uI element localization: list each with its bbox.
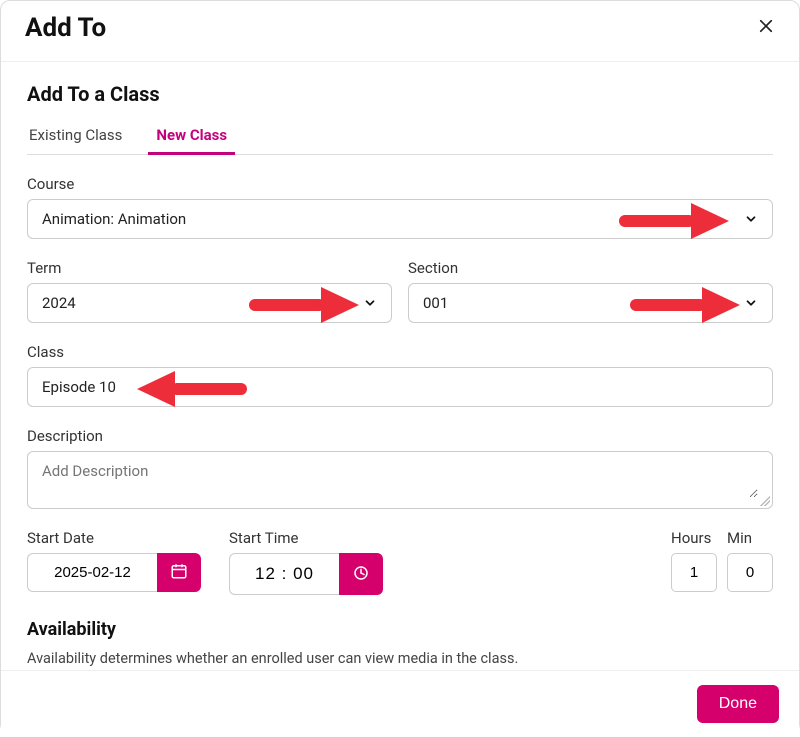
- section-value: 001: [423, 294, 448, 312]
- availability-heading: Availability: [27, 619, 773, 640]
- start-time-input[interactable]: [229, 553, 339, 595]
- section-label: Section: [408, 259, 773, 277]
- form-heading: Add To a Class: [27, 82, 773, 106]
- modal-body: Add To a Class Existing Class New Class …: [1, 62, 799, 670]
- start-time-group: Start Time: [229, 529, 383, 595]
- modal-footer: Done: [1, 670, 799, 737]
- availability-text: Availability determines whether an enrol…: [27, 650, 773, 667]
- start-date-field: [27, 553, 201, 592]
- calendar-icon: [170, 562, 188, 583]
- tab-new-class[interactable]: New Class: [154, 118, 229, 154]
- datetime-row: Start Date Start Time: [27, 529, 773, 595]
- chevron-down-icon: [744, 212, 758, 226]
- start-date-label: Start Date: [27, 529, 201, 547]
- course-value: Animation: Animation: [42, 210, 186, 228]
- term-value: 2024: [42, 294, 76, 312]
- modal-header: Add To: [1, 1, 799, 62]
- course-row: Course Animation: Animation: [27, 175, 773, 239]
- hours-col: Hours: [671, 529, 717, 592]
- description-label: Description: [27, 427, 773, 445]
- start-date-input[interactable]: [27, 553, 157, 592]
- close-button[interactable]: [757, 17, 775, 39]
- min-col: Min: [727, 529, 773, 592]
- calendar-button[interactable]: [157, 553, 201, 592]
- duration-group: Hours Min: [671, 529, 773, 592]
- course-label: Course: [27, 175, 773, 193]
- course-select[interactable]: Animation: Animation: [27, 199, 773, 239]
- description-textarea-wrap: [27, 451, 773, 509]
- class-label: Class: [27, 343, 773, 361]
- start-date-group: Start Date: [27, 529, 201, 592]
- description-row: Description: [27, 427, 773, 509]
- class-input-wrap: [27, 367, 773, 407]
- tab-existing-class[interactable]: Existing Class: [27, 118, 124, 154]
- hours-label: Hours: [671, 529, 717, 547]
- description-textarea[interactable]: [42, 462, 758, 498]
- chevron-down-icon: [744, 296, 758, 310]
- class-input[interactable]: [42, 378, 758, 396]
- class-row: Class: [27, 343, 773, 407]
- done-button[interactable]: Done: [697, 685, 779, 723]
- start-time-label: Start Time: [229, 529, 383, 547]
- min-input[interactable]: [727, 553, 773, 592]
- clock-button[interactable]: [339, 553, 383, 595]
- min-label: Min: [727, 529, 773, 547]
- hours-input[interactable]: [671, 553, 717, 592]
- term-col: Term 2024: [27, 259, 392, 323]
- section-col: Section 001: [408, 259, 773, 323]
- term-select[interactable]: 2024: [27, 283, 392, 323]
- modal-body-scroll[interactable]: Add To a Class Existing Class New Class …: [1, 62, 799, 670]
- section-select[interactable]: 001: [408, 283, 773, 323]
- modal-title: Add To: [25, 13, 106, 43]
- tab-bar: Existing Class New Class: [27, 118, 773, 155]
- chevron-down-icon: [363, 296, 377, 310]
- term-label: Term: [27, 259, 392, 277]
- close-icon: [757, 15, 775, 40]
- clock-icon: [352, 564, 370, 585]
- start-time-field: [229, 553, 383, 595]
- term-section-row: Term 2024 Section 001: [27, 259, 773, 323]
